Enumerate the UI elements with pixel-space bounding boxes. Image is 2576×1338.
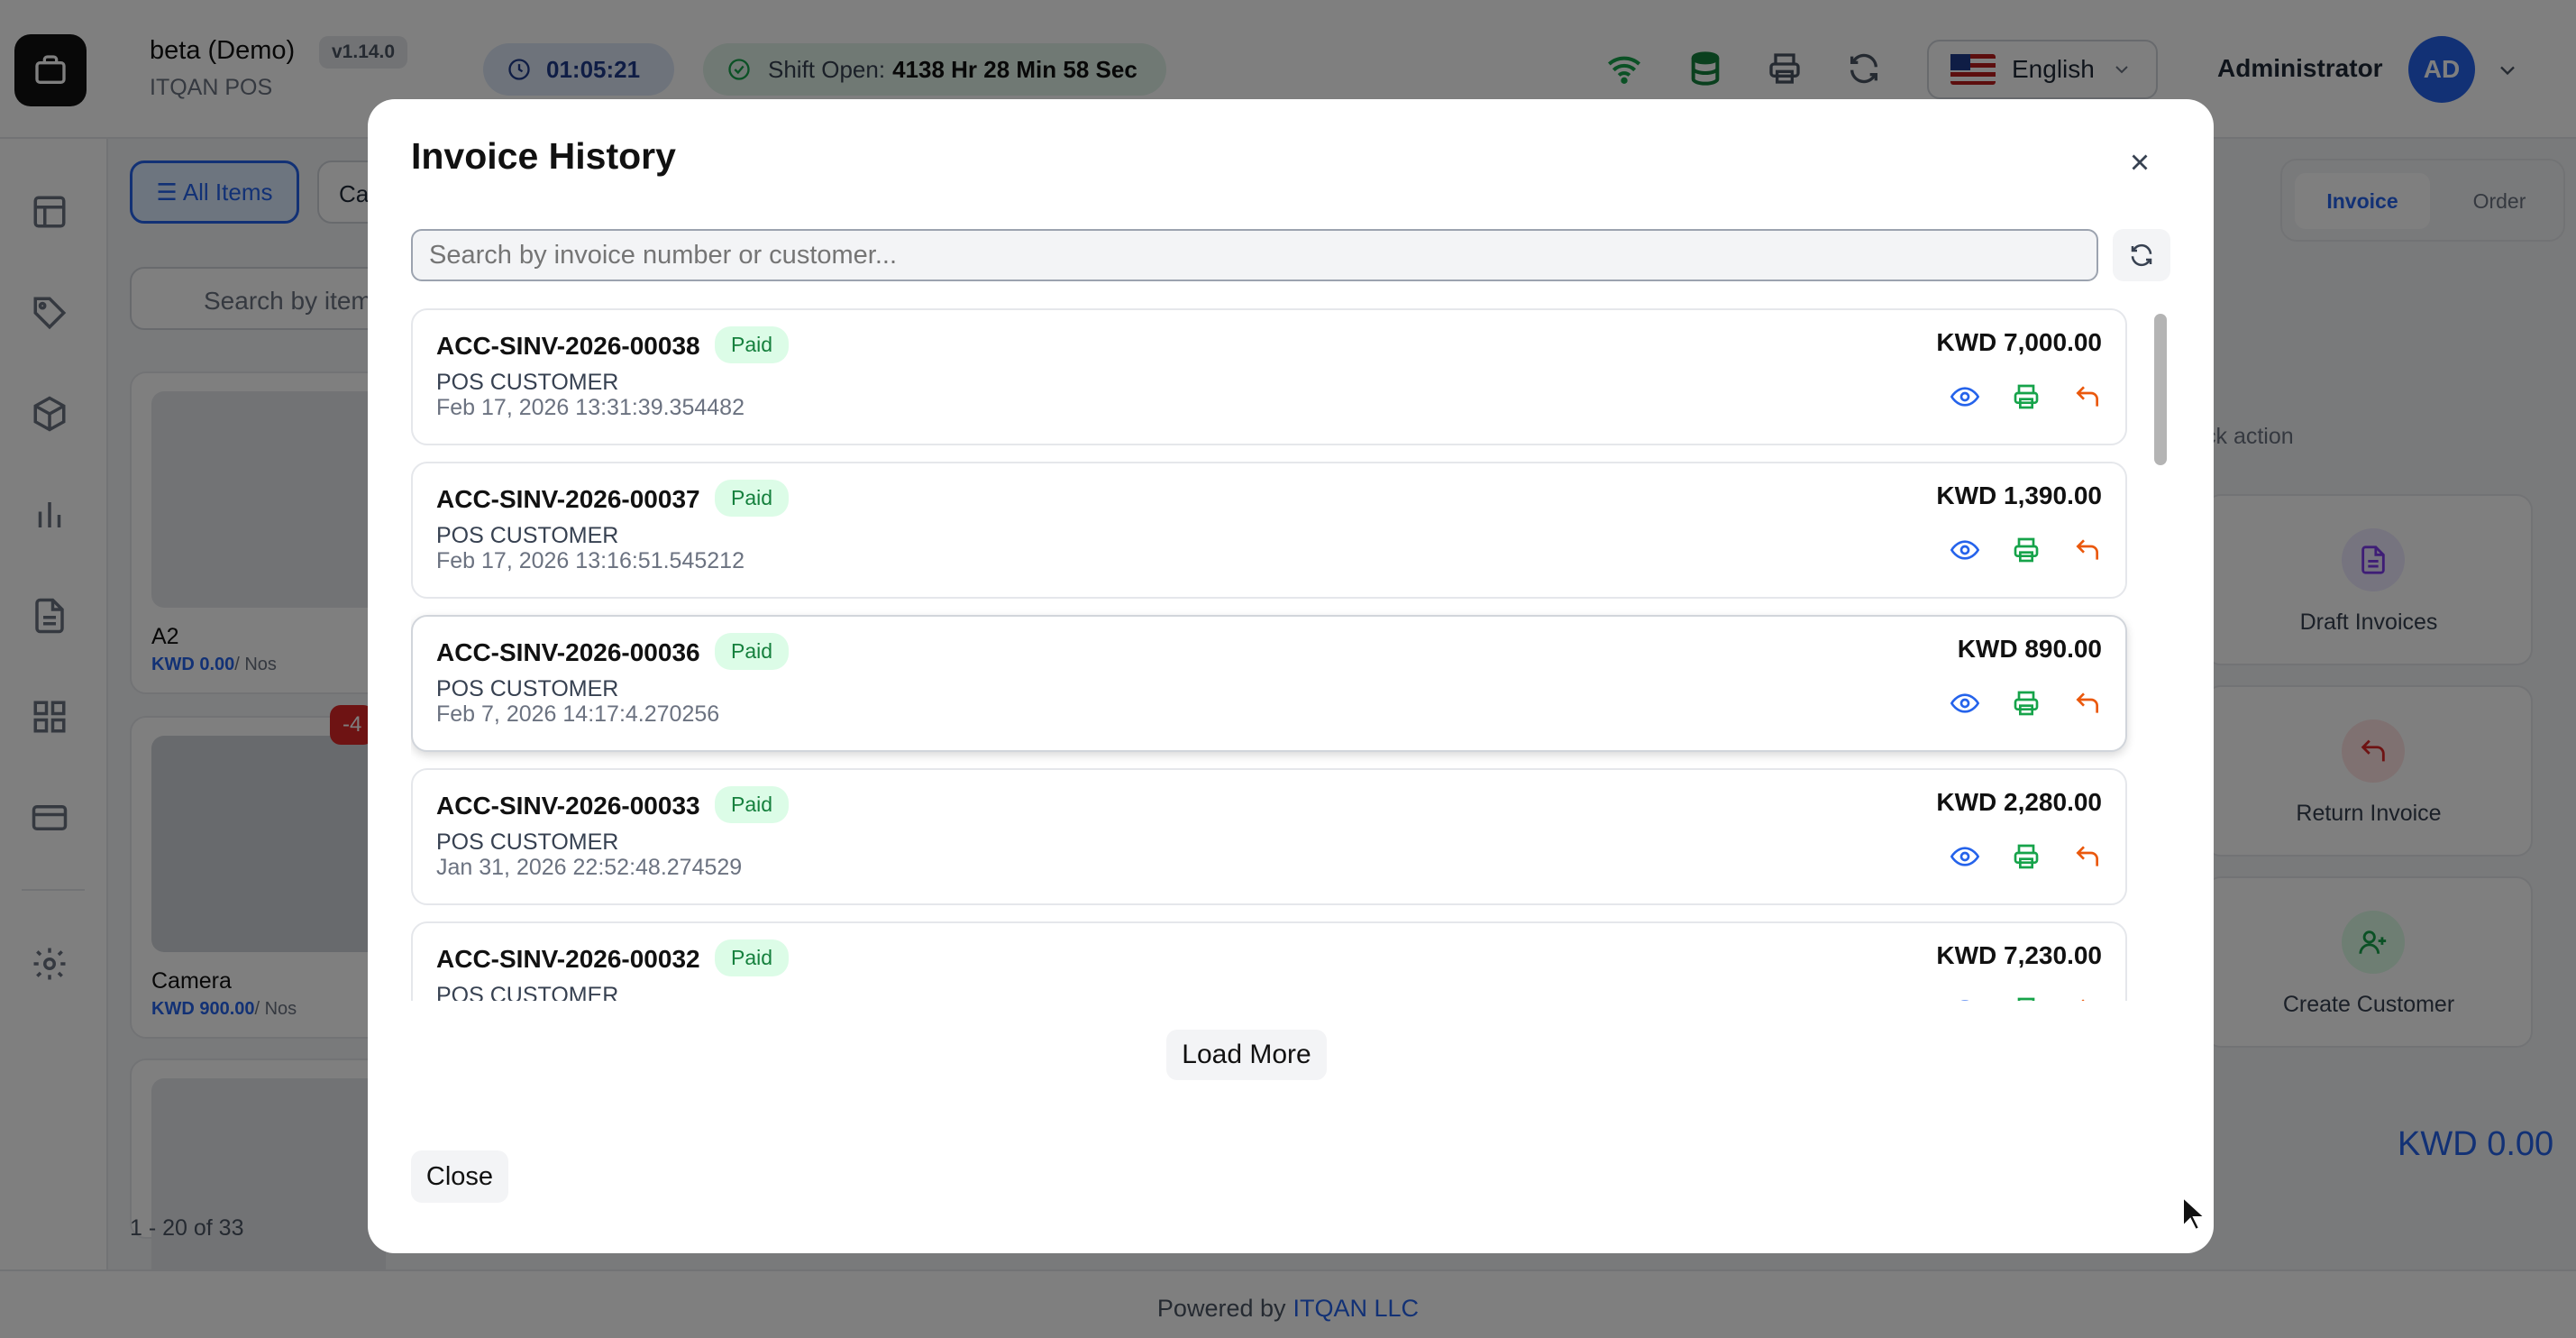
invoice-number: ACC-SINV-2026-00032 [436,945,700,973]
row-actions [1950,536,2102,569]
status-badge: Paid [715,633,790,670]
invoice-number: ACC-SINV-2026-00038 [436,332,700,360]
return-icon[interactable] [2073,689,2102,722]
customer-name: POS CUSTOMER [436,523,619,548]
print-icon[interactable] [2012,536,2041,569]
view-icon[interactable] [1950,995,1979,1001]
view-icon[interactable] [1950,689,1980,722]
invoice-row[interactable]: ACC-SINV-2026-00036 Paid POS CUSTOMER Feb 7… [411,615,2127,752]
invoice-amount: KWD 890.00 [1957,635,2102,663]
status-badge: Paid [715,480,790,517]
status-badge: Paid [715,939,790,976]
invoice-amount: KWD 7,000.00 [1936,328,2102,356]
return-icon[interactable] [2073,995,2102,1001]
invoice-date: Feb 17, 2026 13:31:39.354482 [436,395,744,420]
refresh-button[interactable] [2113,229,2170,281]
status-badge: Paid [715,326,790,363]
modal-title: Invoice History [411,135,676,177]
invoice-row[interactable]: ACC-SINV-2026-00032 Paid POS CUSTOMER KWD 7… [411,921,2127,1001]
row-actions [1950,995,2102,1001]
print-icon[interactable] [2012,689,2041,722]
customer-name: POS CUSTOMER [436,983,619,1001]
invoice-number: ACC-SINV-2026-00033 [436,792,700,820]
return-icon[interactable] [2073,382,2102,416]
return-icon[interactable] [2073,536,2102,569]
invoice-search-input[interactable] [411,229,2098,281]
list-scrollbar[interactable] [2154,314,2167,465]
print-icon[interactable] [2012,842,2041,875]
close-icon[interactable] [2118,141,2161,184]
customer-name: POS CUSTOMER [436,370,619,395]
invoice-number: ACC-SINV-2026-00036 [436,638,700,666]
customer-name: POS CUSTOMER [436,676,619,701]
close-button[interactable]: Close [411,1150,508,1203]
mouse-cursor-icon [2182,1196,2206,1232]
print-icon[interactable] [2012,382,2041,416]
invoice-row[interactable]: ACC-SINV-2026-00037 Paid POS CUSTOMER Feb 1… [411,462,2127,599]
invoice-row[interactable]: ACC-SINV-2026-00038 Paid POS CUSTOMER Feb 1… [411,308,2127,445]
invoice-number: ACC-SINV-2026-00037 [436,485,700,513]
invoice-date: Feb 7, 2026 14:17:4.270256 [436,701,720,727]
invoice-history-modal: Invoice History ACC-SINV-2026-00038 Paid P… [368,99,2214,1253]
row-actions [1950,382,2102,416]
invoice-row[interactable]: ACC-SINV-2026-00033 Paid POS CUSTOMER Jan 3… [411,768,2127,905]
print-icon[interactable] [2012,995,2041,1001]
invoice-list[interactable]: ACC-SINV-2026-00038 Paid POS CUSTOMER Feb 1… [411,308,2170,1001]
invoice-amount: KWD 7,230.00 [1936,941,2102,969]
status-badge: Paid [715,786,790,823]
invoice-amount: KWD 1,390.00 [1936,481,2102,509]
return-icon[interactable] [2073,842,2102,875]
refresh-icon [2131,243,2152,267]
customer-name: POS CUSTOMER [436,829,619,855]
invoice-date: Feb 17, 2026 13:16:51.545212 [436,548,744,573]
load-more-button[interactable]: Load More [1166,1030,1327,1080]
invoice-amount: KWD 2,280.00 [1936,788,2102,816]
view-icon[interactable] [1950,842,1980,875]
invoice-date: Jan 31, 2026 22:52:48.274529 [436,855,743,880]
row-actions [1950,842,2102,875]
view-icon[interactable] [1950,536,1980,569]
view-icon[interactable] [1950,382,1980,416]
row-actions [1950,689,2102,722]
